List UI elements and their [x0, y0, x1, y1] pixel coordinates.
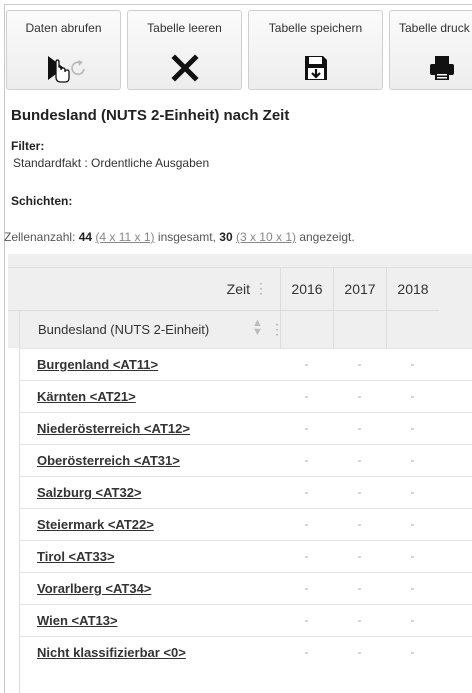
table-cell: -: [304, 389, 309, 403]
table-cell: -: [304, 453, 309, 467]
table-cell: -: [357, 581, 362, 595]
table-row: Tirol <AT33> - - -: [19, 540, 472, 572]
fetch-data-label: Daten abrufen: [25, 21, 102, 35]
refresh-icon: [70, 60, 85, 76]
table-cell: -: [410, 517, 415, 531]
table-cell: -: [357, 645, 362, 659]
table-cell: -: [304, 613, 309, 627]
clear-table-label: Tabelle leeren: [147, 21, 222, 35]
table-row: Kärnten <AT21> - - -: [19, 380, 472, 412]
row-label-link[interactable]: Tirol <AT33>: [37, 549, 115, 564]
table-cell: -: [357, 485, 362, 499]
table-row: Niederösterreich <AT12> - - -: [19, 412, 472, 444]
year-header: 2017: [333, 268, 386, 311]
shown-dims-link[interactable]: (3 x 10 x 1): [236, 230, 296, 244]
filter-value: Standardfakt : Ordentliche Ausgaben: [13, 156, 210, 170]
table-row: Nicht klassifizierbar <0> - - -: [19, 636, 472, 668]
table-cell: -: [410, 389, 415, 403]
save-icon: [304, 56, 327, 80]
save-table-button[interactable]: Tabelle speichern: [248, 10, 383, 90]
pivot-table: Zeit ⋮ 2016 2017 2018 Bundesland (NUTS 2…: [8, 254, 472, 693]
layers-heading: Schichten:: [11, 194, 73, 208]
printer-icon: [430, 56, 454, 80]
row-label-link[interactable]: Niederösterreich <AT12>: [37, 421, 190, 436]
filter-heading: Filter:: [11, 139, 45, 153]
table-cell: -: [304, 581, 309, 595]
close-icon: [170, 54, 199, 82]
table-row: Oberösterreich <AT31> - - -: [19, 444, 472, 476]
table-row: Steiermark <AT22> - - -: [19, 508, 472, 540]
table-cell: -: [357, 613, 362, 627]
table-cell: -: [304, 357, 309, 371]
cell-count: Zellenanzahl: 44 (4 x 11 x 1) insgesamt,…: [4, 230, 355, 244]
print-table-button[interactable]: Tabelle druck: [389, 10, 472, 90]
table-cell: -: [304, 485, 309, 499]
table-cell: -: [357, 389, 362, 403]
row-label-link[interactable]: Vorarlberg <AT34>: [37, 581, 151, 596]
column-dimension-label: Zeit: [226, 281, 250, 297]
table-cell: -: [410, 485, 415, 499]
table-cell: -: [304, 549, 309, 563]
drag-handle-icon[interactable]: ⋮: [254, 280, 268, 297]
row-label-link[interactable]: Kärnten <AT21>: [37, 389, 136, 404]
table-cell: -: [304, 645, 309, 659]
table-row: Salzburg <AT32> - - -: [19, 476, 472, 508]
year-header: 2016: [280, 268, 333, 311]
print-table-label: Tabelle druck: [399, 21, 470, 35]
row-label-link[interactable]: Wien <AT13>: [37, 613, 118, 628]
table-cell: -: [410, 613, 415, 627]
clear-table-button[interactable]: Tabelle leeren: [127, 10, 242, 90]
page-title: Bundesland (NUTS 2-Einheit) nach Zeit: [11, 107, 290, 124]
table-cell: -: [410, 357, 415, 371]
column-dimension-header[interactable]: Zeit ⋮: [8, 268, 280, 311]
table-cell: -: [304, 421, 309, 435]
fetch-data-button[interactable]: Daten abrufen: [6, 10, 121, 90]
row-dimension-header[interactable]: Bundesland (NUTS 2-Einheit) ▲ ▼ ⋮: [19, 311, 284, 348]
table-cell: -: [410, 421, 415, 435]
table-cell: -: [357, 517, 362, 531]
table-cell: -: [410, 645, 415, 659]
table-cell: -: [357, 357, 362, 371]
table-cell: -: [304, 517, 309, 531]
row-label-link[interactable]: Oberösterreich <AT31>: [37, 453, 180, 468]
cell-count-total: 44: [78, 230, 93, 244]
cell-count-suffix: angezeigt.: [296, 230, 355, 244]
table-row: Vorarlberg <AT34> - - -: [19, 572, 472, 604]
hand-cursor-icon: [54, 59, 70, 83]
table-cell: -: [410, 549, 415, 563]
row-label-link[interactable]: Steiermark <AT22>: [37, 517, 154, 532]
table-cell: -: [357, 421, 362, 435]
row-dimension-label: Bundesland (NUTS 2-Einheit): [38, 322, 210, 337]
cell-count-middle: insgesamt,: [154, 230, 220, 244]
year-header: 2018: [386, 268, 439, 311]
total-dims-link[interactable]: (4 x 11 x 1): [95, 230, 154, 244]
save-table-label: Tabelle speichern: [268, 21, 363, 35]
table-cell: -: [410, 581, 415, 595]
row-label-link[interactable]: Nicht klassifizierbar <0>: [37, 645, 186, 660]
row-label-link[interactable]: Salzburg <AT32>: [37, 485, 142, 500]
table-cell: -: [357, 453, 362, 467]
row-label-link[interactable]: Burgenland <AT11>: [37, 357, 158, 372]
table-cell: -: [410, 453, 415, 467]
table-row: Wien <AT13> - - -: [19, 604, 472, 636]
table-row: Burgenland <AT11> - - -: [19, 348, 472, 380]
table-cell: -: [357, 549, 362, 563]
cell-count-shown: 30: [219, 230, 233, 244]
toolbar: Daten abrufen Tabelle leeren Tabelle spe…: [6, 10, 472, 90]
sort-icon[interactable]: ▲ ▼: [252, 318, 263, 338]
cell-count-prefix: Zellenanzahl:: [4, 230, 79, 244]
